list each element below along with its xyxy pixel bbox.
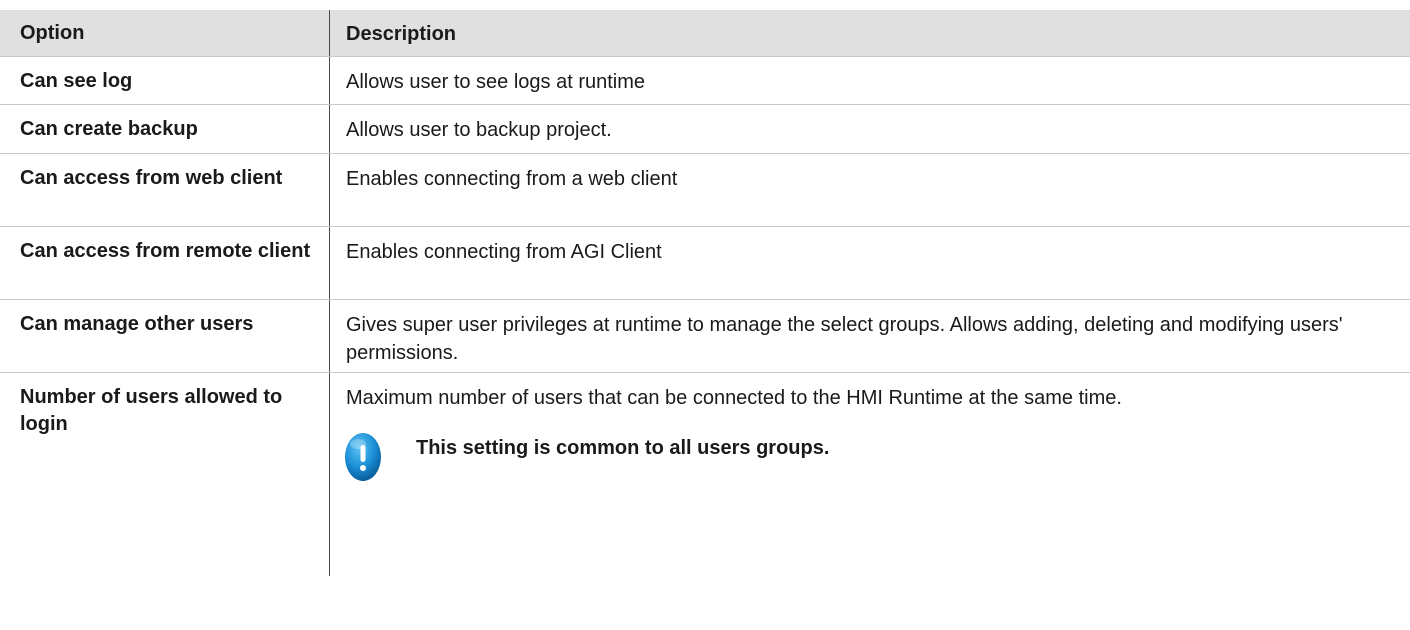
table-row: Can create backup Allows user to backup … [0, 105, 1410, 154]
option-cell: Can access from web client [0, 154, 330, 226]
option-cell: Can see log [0, 57, 330, 104]
note-text: This setting is common to all users grou… [416, 437, 830, 459]
table-row: Can manage other users Gives super user … [0, 300, 1410, 373]
description-cell: Gives super user privileges at runtime t… [346, 314, 1343, 364]
exclamation-icon [345, 433, 381, 481]
description-cell: Enables connecting from AGI Client [346, 241, 662, 263]
table-row: Can access from remote client Enables co… [0, 227, 1410, 300]
table-row: Number of users allowed to login Maximum… [0, 373, 1410, 576]
option-cell: Can manage other users [0, 300, 330, 372]
option-cell: Number of users allowed to login [0, 373, 330, 576]
description-text: Maximum number of users that can be conn… [346, 387, 1122, 409]
description-cell: Allows user to backup project. [346, 119, 612, 141]
description-cell: Maximum number of users that can be conn… [330, 373, 1410, 576]
header-option: Option [0, 10, 330, 56]
option-cell: Can create backup [0, 105, 330, 153]
table-row: Can see log Allows user to see logs at r… [0, 57, 1410, 105]
table-row: Can access from web client Enables conne… [0, 154, 1410, 227]
description-cell: Enables connecting from a web client [346, 168, 678, 190]
header-description: Description [346, 23, 457, 45]
note-callout: This setting is common to all users grou… [344, 432, 1390, 482]
options-table: Option Description Can see log Allows us… [0, 10, 1410, 576]
table-header-row: Option Description [0, 10, 1410, 57]
description-cell: Allows user to see logs at runtime [346, 71, 646, 93]
option-cell: Can access from remote client [0, 227, 330, 299]
